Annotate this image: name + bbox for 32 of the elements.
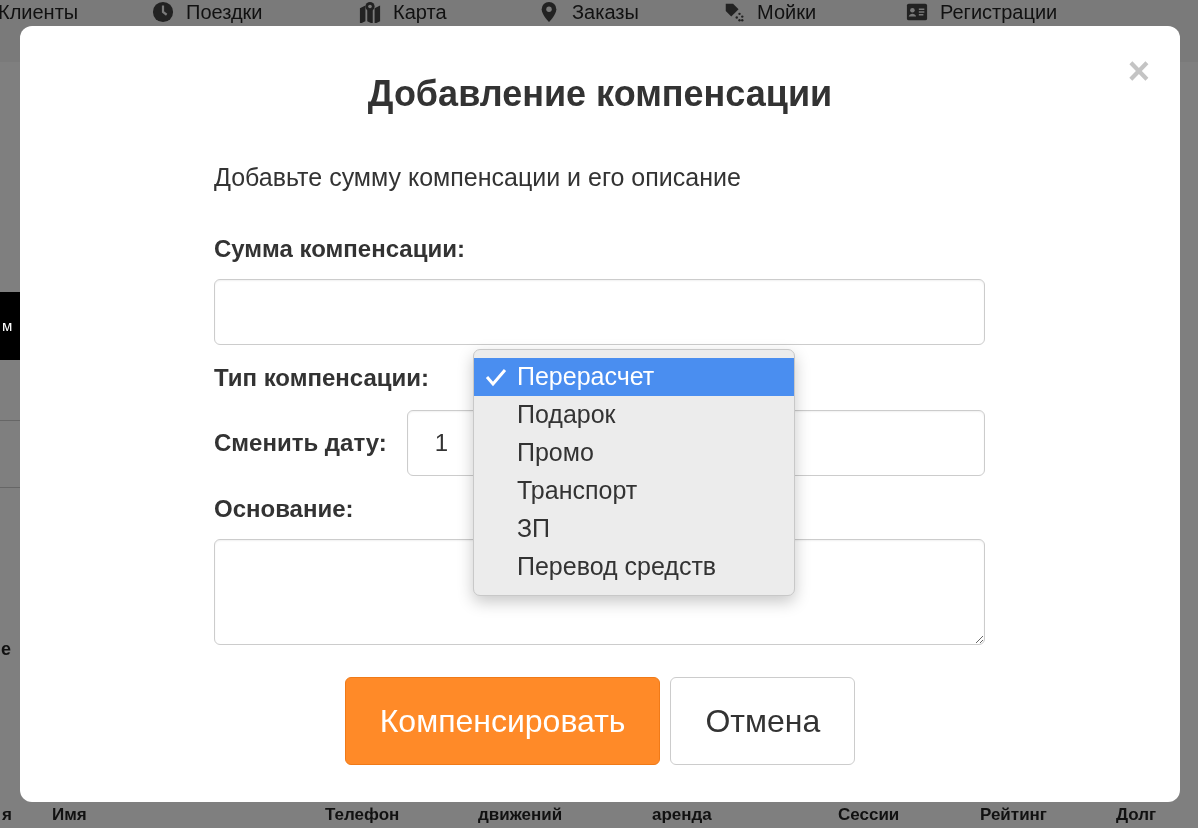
nav-link[interactable]: Карта (393, 1, 447, 23)
input-field[interactable] (214, 279, 985, 345)
column-header: движений (478, 805, 563, 825)
nav-link[interactable]: Клиенты (0, 1, 79, 23)
nav-link[interactable]: Мойки (757, 1, 817, 23)
description-text: Добавьте сумму компенсации и его описание (214, 162, 742, 192)
dropdown-option[interactable]: Перевод средств (474, 548, 794, 586)
nav-link[interactable]: Заказы (572, 1, 639, 23)
field-label: Основание: (214, 494, 355, 524)
cancel-button[interactable]: Отмена (670, 677, 856, 765)
column-header: Долг (1116, 805, 1157, 825)
dropdown-option[interactable]: Подарок (474, 396, 794, 434)
column-header: я (2, 805, 12, 825)
dropdown-option[interactable]: Перерасчет (474, 358, 794, 396)
dropdown-option[interactable]: Транспорт (474, 472, 794, 510)
column-header: аренда (652, 805, 712, 825)
nav-link[interactable]: Поездки (186, 1, 263, 23)
column-header: Сессии (838, 805, 900, 825)
modal-title: Добавление компенсации (367, 74, 833, 114)
dropdown-option[interactable]: ЗП (474, 510, 794, 548)
dropdown-option[interactable]: Промо (474, 434, 794, 472)
field-label: Сумма компенсации: (214, 234, 466, 264)
dark-button[interactable]: м (0, 292, 20, 360)
column-header: Рейтинг (980, 805, 1047, 825)
column-header: Имя (52, 805, 87, 825)
check-icon (484, 367, 508, 387)
field-label: Сменить дату: (214, 428, 387, 458)
column-header: Телефон (325, 805, 400, 825)
heading-fragment: е (1, 638, 11, 661)
compensate-button[interactable]: Компенсировать (344, 677, 661, 765)
field-label: Тип компенсации: (214, 363, 430, 393)
nav-link[interactable]: Регистрации (940, 1, 1058, 23)
